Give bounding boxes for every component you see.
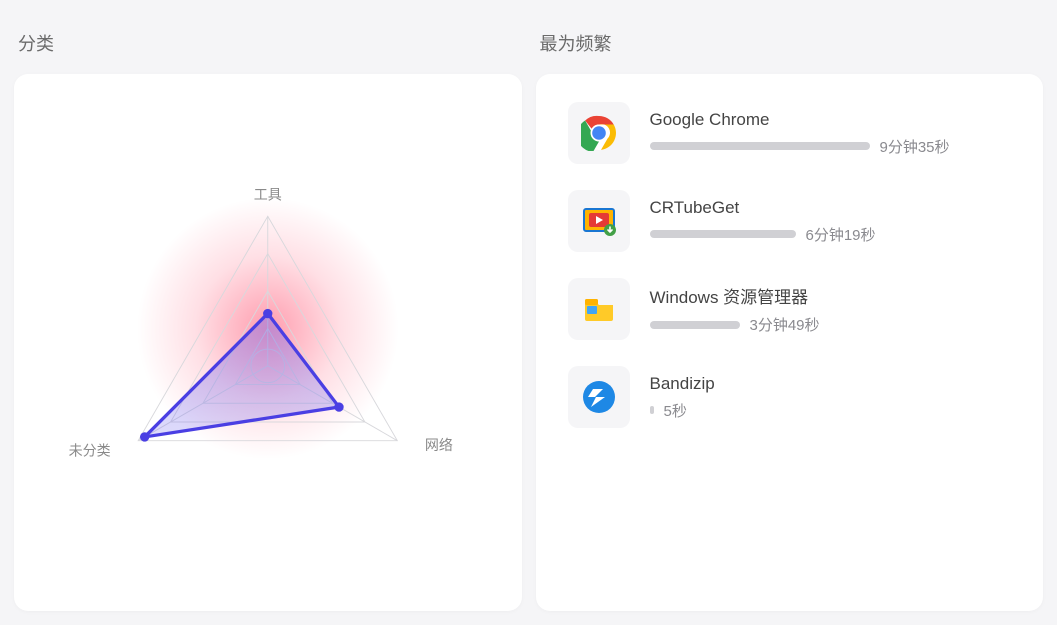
- category-panel-group: 分类: [14, 30, 522, 611]
- axis-label-tool: 工具: [254, 186, 282, 202]
- app-name: Bandizip: [650, 374, 1012, 394]
- list-item[interactable]: Bandizip 5秒: [568, 366, 1012, 428]
- usage-bar: [650, 321, 740, 329]
- list-item[interactable]: CRTubeGet 6分钟19秒: [568, 190, 1012, 252]
- frequent-title: 最为频繁: [540, 30, 1044, 56]
- radar-card: 工具 网络 未分类: [14, 74, 522, 611]
- usage-bar: [650, 230, 796, 238]
- app-name: Windows 资源管理器: [650, 283, 1012, 308]
- duration-label: 9分钟35秒: [880, 136, 950, 157]
- list-item[interactable]: Google Chrome 9分钟35秒: [568, 102, 1012, 164]
- crtubeget-icon: [568, 190, 630, 252]
- duration-label: 3分钟49秒: [750, 314, 820, 335]
- app-name: CRTubeGet: [650, 198, 1012, 218]
- explorer-icon: [568, 278, 630, 340]
- axis-label-network: 网络: [425, 437, 453, 453]
- bandizip-icon: [568, 366, 630, 428]
- duration-label: 6分钟19秒: [806, 224, 876, 245]
- list-item[interactable]: Windows 资源管理器 3分钟49秒: [568, 278, 1012, 340]
- radar-chart: 工具 网络 未分类: [34, 94, 502, 591]
- frequent-panel-group: 最为频繁 Google Chrome 9分钟35秒: [536, 30, 1044, 611]
- chrome-icon: [568, 102, 630, 164]
- frequent-card: Google Chrome 9分钟35秒 CRTubeGet: [536, 74, 1044, 611]
- usage-bar: [650, 406, 654, 414]
- duration-label: 5秒: [664, 400, 687, 421]
- usage-bar: [650, 142, 870, 150]
- axis-label-uncat: 未分类: [69, 443, 111, 459]
- app-name: Google Chrome: [650, 110, 1012, 130]
- category-title: 分类: [18, 30, 522, 56]
